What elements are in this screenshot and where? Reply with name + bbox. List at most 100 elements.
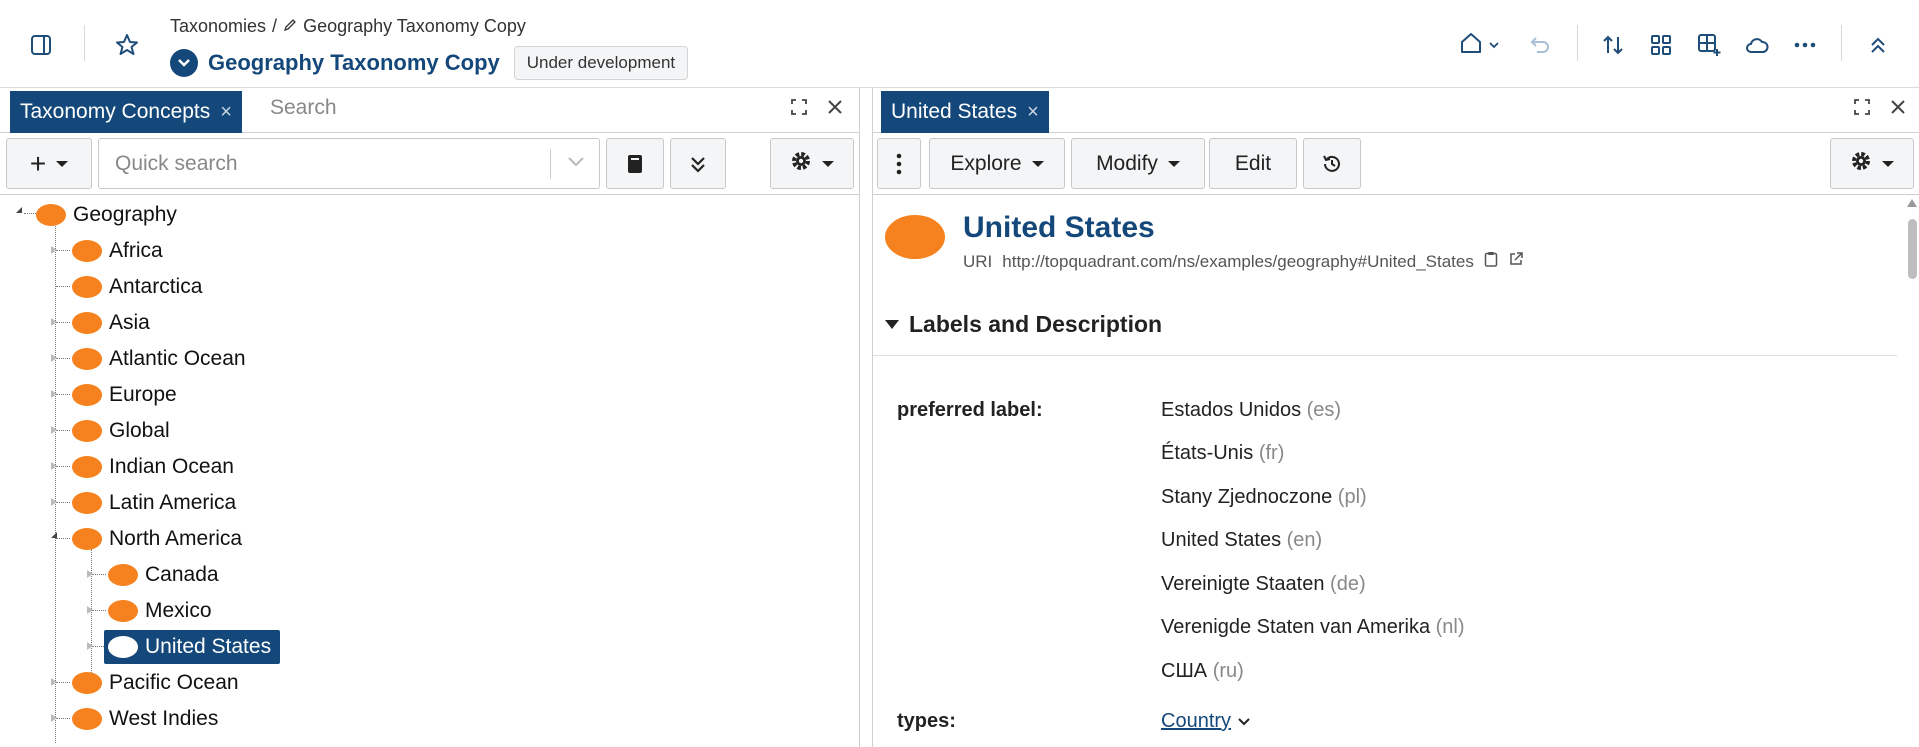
modify-menu-button[interactable]: Modify xyxy=(1071,138,1205,189)
tree-node-label: Antarctica xyxy=(109,275,203,298)
concept-icon xyxy=(108,636,138,658)
preferred-label-value: Stany Zjednoczone (pl) xyxy=(1161,486,1367,509)
external-link-icon[interactable] xyxy=(1508,251,1524,272)
tree-node-united-states[interactable]: United States xyxy=(104,630,281,664)
more-icon[interactable] xyxy=(1790,30,1820,60)
tree-node-atlantic-ocean[interactable]: Atlantic Ocean xyxy=(72,343,249,375)
cloud-icon[interactable] xyxy=(1742,30,1772,60)
breadcrumb-separator: / xyxy=(272,16,278,36)
tree-expanded-icon[interactable] xyxy=(51,532,57,538)
tree-node-geography[interactable]: Geography xyxy=(36,199,180,231)
tree-collapsed-icon[interactable] xyxy=(51,714,57,722)
label-text: United States xyxy=(1161,529,1282,551)
concept-icon xyxy=(72,492,102,514)
left-toolbar: + Quick search xyxy=(0,133,859,195)
tab-search[interactable]: Search xyxy=(270,96,337,120)
tree-collapsed-icon[interactable] xyxy=(51,246,57,254)
tree-collapsed-icon[interactable] xyxy=(51,390,57,398)
collapse-up-icon[interactable] xyxy=(1863,30,1893,60)
tree-node-north-america[interactable]: North America xyxy=(72,523,245,555)
add-concept-button[interactable]: + xyxy=(6,138,92,189)
tree-collapsed-icon[interactable] xyxy=(87,642,93,650)
right-toolbar: Explore Modify Edit xyxy=(873,133,1919,195)
tree-collapsed-icon[interactable] xyxy=(87,570,93,578)
expand-all-icon[interactable] xyxy=(670,138,726,189)
app-header: Taxonomies / Geography Taxonomy Copy Geo… xyxy=(0,0,1919,88)
tree-node-africa[interactable]: Africa xyxy=(72,235,166,267)
tree-collapsed-icon[interactable] xyxy=(51,318,57,326)
tree-collapsed-icon[interactable] xyxy=(87,606,93,614)
left-tab-bar: Taxonomy Concepts × Search xyxy=(0,88,859,133)
tree-node-latin-america[interactable]: Latin America xyxy=(72,487,239,519)
edit-button[interactable]: Edit xyxy=(1209,138,1297,189)
star-icon[interactable] xyxy=(112,30,142,60)
maximize-icon[interactable] xyxy=(790,98,808,121)
tree-node-label: Latin America xyxy=(109,491,237,514)
tree-connector xyxy=(56,718,70,719)
preferred-label-value: США (ru) xyxy=(1161,660,1244,683)
clipboard-icon[interactable] xyxy=(1484,251,1498,272)
tree-node-label: Africa xyxy=(109,239,163,262)
section-toggle-labels-description[interactable]: Labels and Description xyxy=(885,311,1162,338)
type-link-text[interactable]: Country xyxy=(1161,710,1231,733)
home-menu-button[interactable] xyxy=(1455,30,1503,60)
close-panel-icon[interactable] xyxy=(826,98,844,121)
chevron-down-icon[interactable] xyxy=(170,49,198,77)
tab-united-states[interactable]: United States × xyxy=(881,91,1049,133)
property-label-preferred-label: preferred label: xyxy=(897,399,1043,421)
chevron-down-icon[interactable] xyxy=(1237,710,1251,733)
breadcrumb-taxonomies-link[interactable]: Taxonomies xyxy=(170,16,266,37)
settings-menu-button[interactable] xyxy=(1830,138,1914,189)
history-icon[interactable] xyxy=(1303,138,1361,189)
settings-menu-button[interactable] xyxy=(770,138,854,189)
tree-connector xyxy=(56,502,70,503)
explore-menu-button[interactable]: Explore xyxy=(929,138,1065,189)
language-tag: (de) xyxy=(1330,573,1366,595)
book-icon[interactable] xyxy=(606,138,664,189)
tree-node-asia[interactable]: Asia xyxy=(72,307,153,339)
tree-node-canada[interactable]: Canada xyxy=(108,559,222,591)
vertical-more-icon[interactable] xyxy=(877,138,921,189)
sort-icon[interactable] xyxy=(1598,30,1628,60)
page-title-row: Geography Taxonomy Copy Under developmen… xyxy=(170,46,689,80)
label-text: Vereinigte Staaten xyxy=(1161,573,1325,595)
tree-collapsed-icon[interactable] xyxy=(51,462,57,470)
preferred-label-value: États-Unis (fr) xyxy=(1161,442,1284,465)
scrollbar-thumb[interactable] xyxy=(1908,219,1917,279)
tree-collapsed-icon[interactable] xyxy=(51,498,57,506)
tree-expanded-icon[interactable] xyxy=(16,207,22,213)
tree-node-antarctica[interactable]: Antarctica xyxy=(72,271,205,303)
scroll-up-arrow-icon[interactable] xyxy=(1907,199,1917,207)
tree-node-europe[interactable]: Europe xyxy=(72,379,180,411)
close-panel-icon[interactable] xyxy=(1889,98,1907,121)
tree-node-indian-ocean[interactable]: Indian Ocean xyxy=(72,451,237,483)
tree-node-west-indies[interactable]: West Indies xyxy=(72,703,221,735)
undo-icon[interactable] xyxy=(1525,30,1555,60)
tree-node-global[interactable]: Global xyxy=(72,415,173,447)
tab-taxonomy-concepts[interactable]: Taxonomy Concepts × xyxy=(10,91,242,133)
tree-node-pacific-ocean[interactable]: Pacific Ocean xyxy=(72,667,242,699)
uri-value: http://topquadrant.com/ns/examples/geogr… xyxy=(1002,251,1474,271)
concept-icon xyxy=(36,204,66,226)
sidebar-toggle-icon[interactable] xyxy=(26,30,56,60)
tree-collapsed-icon[interactable] xyxy=(51,354,57,362)
tree-connector xyxy=(56,286,70,287)
close-icon[interactable]: × xyxy=(1027,101,1039,124)
close-icon[interactable]: × xyxy=(220,101,232,124)
grid-icon[interactable] xyxy=(1646,30,1676,60)
concept-icon xyxy=(72,420,102,442)
tree-collapsed-icon[interactable] xyxy=(51,678,57,686)
type-link-country[interactable]: Country xyxy=(1161,710,1251,733)
tree-connector xyxy=(56,538,70,539)
gear-icon xyxy=(1850,150,1872,178)
add-grid-icon[interactable] xyxy=(1694,30,1724,60)
tree-collapsed-icon[interactable] xyxy=(51,426,57,434)
chevron-down-icon[interactable] xyxy=(567,155,585,173)
uri-row: URI http://topquadrant.com/ns/examples/g… xyxy=(963,251,1524,272)
maximize-icon[interactable] xyxy=(1853,98,1871,121)
status-badge: Under development xyxy=(513,46,689,80)
detail-scrollbar[interactable] xyxy=(1904,195,1919,747)
quick-search-input[interactable]: Quick search xyxy=(98,138,600,189)
tree-node-mexico[interactable]: Mexico xyxy=(108,595,215,627)
resource-title: United States xyxy=(963,211,1155,244)
